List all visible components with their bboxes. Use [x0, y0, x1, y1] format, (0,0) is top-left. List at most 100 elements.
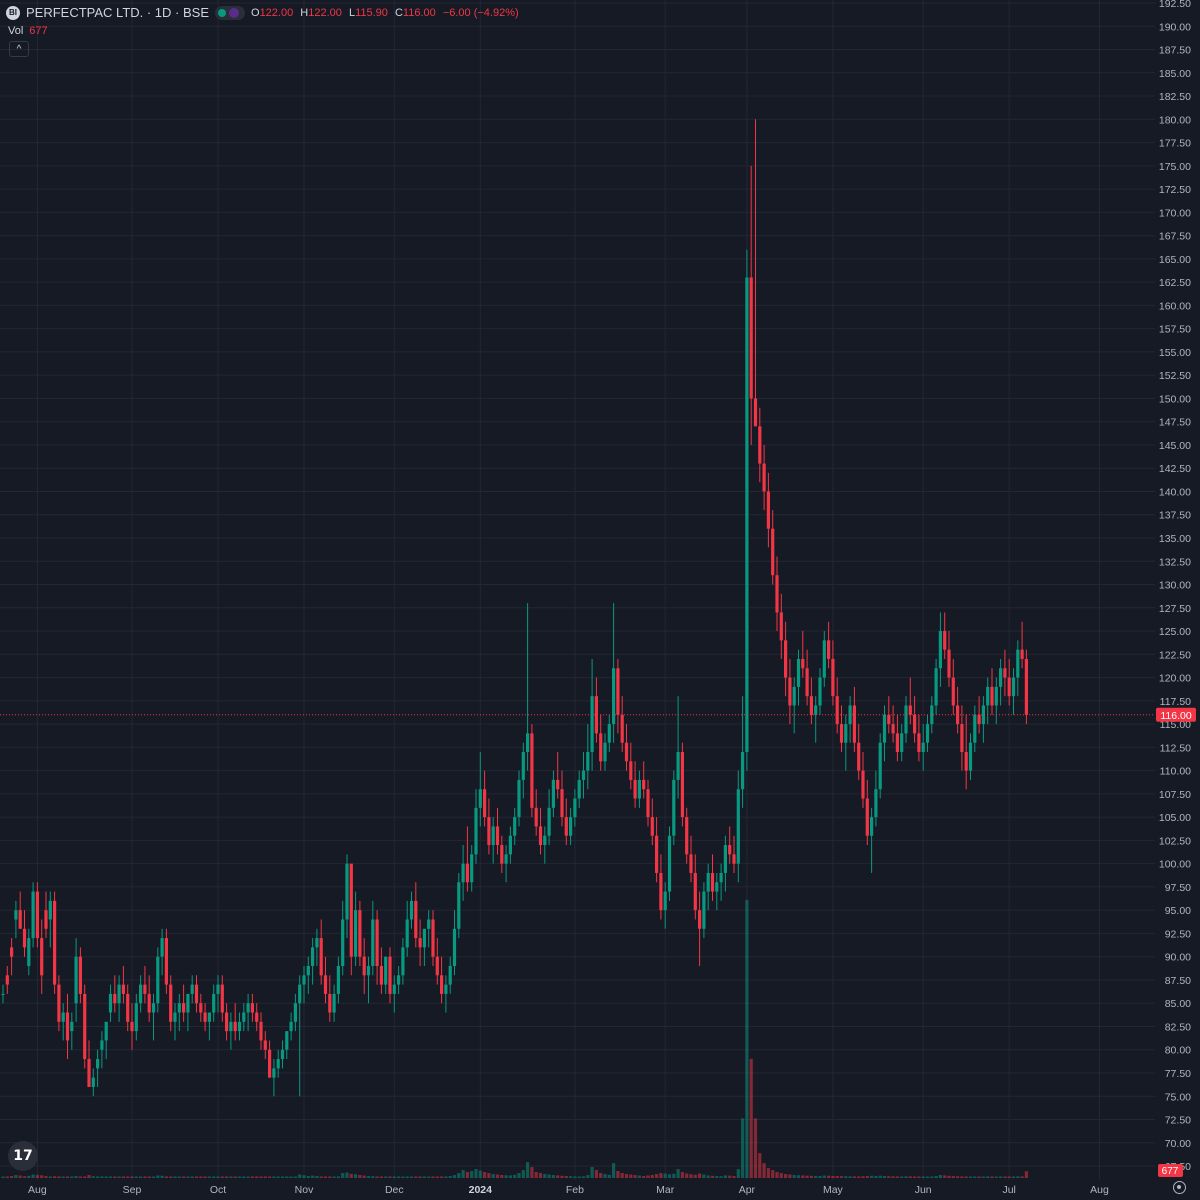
volume-bar	[268, 1176, 272, 1178]
candle-body	[887, 714, 891, 725]
volume-bar	[521, 1170, 525, 1178]
high-value: 122.00	[308, 6, 342, 19]
candle-body	[749, 277, 753, 399]
candle-body	[1003, 668, 1007, 678]
gear-icon[interactable]	[1173, 1181, 1186, 1194]
candle-body	[723, 845, 727, 873]
volume-bar	[500, 1175, 504, 1178]
candle-body	[925, 724, 930, 743]
volume-bar	[444, 1176, 448, 1178]
candle-body	[276, 1059, 280, 1069]
volume-bar	[612, 1163, 616, 1178]
volume-bar	[255, 1176, 259, 1178]
price-tick-label: 72.50	[1165, 1115, 1191, 1127]
candle-body	[637, 779, 641, 799]
volume-bar	[151, 1176, 156, 1178]
volume-bar	[607, 1174, 611, 1178]
candle-body	[667, 835, 672, 892]
candle-body	[599, 733, 603, 762]
candle-body	[1007, 677, 1011, 697]
volume-bar	[702, 1174, 706, 1178]
volume-bar	[401, 1176, 405, 1178]
candle-body	[874, 789, 878, 818]
volume-bar	[384, 1176, 388, 1178]
candle-body	[186, 993, 190, 1013]
price-tick-label: 187.50	[1159, 45, 1191, 57]
volume-bar	[543, 1174, 547, 1178]
candle-body	[986, 686, 990, 706]
volume-bar	[594, 1170, 598, 1178]
candle-body	[173, 1012, 177, 1022]
price-tick-label: 160.00	[1159, 300, 1191, 312]
volume-bar	[882, 1176, 887, 1178]
candle-body	[440, 975, 444, 994]
candle-body	[401, 947, 405, 976]
volume-bar	[242, 1176, 246, 1178]
price-tick-label: 117.50	[1160, 696, 1191, 708]
volume-bar	[784, 1174, 788, 1178]
candle-body	[354, 910, 358, 957]
time-axis[interactable]: Aug Sep Oct Nov Dec 2024 Feb Mar Apr May Jun Jul Aug	[28, 1184, 1109, 1196]
candle-body	[715, 882, 719, 892]
candle-body	[328, 993, 332, 1013]
volume-bar	[336, 1176, 340, 1178]
volume-bar	[422, 1176, 426, 1178]
candle-body	[1020, 649, 1024, 659]
symbol-legend: BI PERFECTPAC LTD. · 1D · BSE O122.00 H1…	[6, 5, 523, 20]
price-chart[interactable]: 67.5070.0072.5075.0077.5080.0082.5085.00…	[0, 0, 1200, 1200]
volume-bar	[508, 1175, 512, 1178]
low-value: 115.90	[355, 6, 388, 19]
price-tick-label: 70.00	[1165, 1138, 1191, 1150]
volume-bar	[216, 1176, 220, 1178]
candle-body	[852, 705, 856, 743]
candle-body	[633, 779, 637, 799]
candle-body	[100, 1040, 104, 1050]
volume-bar	[865, 1176, 869, 1178]
candle-body	[573, 798, 577, 818]
candle-body	[831, 658, 835, 697]
time-tick-label: 2024	[469, 1184, 493, 1196]
candle-body	[83, 993, 87, 1060]
volume-bar	[999, 1176, 1003, 1178]
candle-body	[272, 1068, 276, 1078]
volume-bar	[379, 1176, 383, 1178]
volume-bar	[852, 1176, 856, 1178]
volume-bar	[87, 1175, 91, 1178]
volume-bar	[311, 1175, 315, 1178]
ohlc-values: O122.00 H122.00 L115.90 C116.00 −6.00 (−…	[251, 6, 519, 19]
candle-body	[530, 733, 534, 808]
candle-body	[349, 863, 353, 957]
volume-bar	[113, 1176, 117, 1178]
price-axis[interactable]: 67.5070.0072.5075.0077.5080.0082.5085.00…	[1156, 0, 1196, 1177]
candle-body	[977, 714, 981, 725]
candle-body	[315, 938, 319, 948]
price-tick-label: 180.00	[1159, 114, 1191, 126]
collapse-legend-button[interactable]: ^	[9, 41, 29, 57]
volume-bar	[693, 1174, 697, 1178]
volume-bar	[328, 1176, 332, 1178]
symbol-title[interactable]: PERFECTPAC LTD. · 1D · BSE	[26, 5, 209, 20]
tradingview-logo-icon[interactable]: 17	[8, 1141, 38, 1171]
time-tick-label: Jul	[1002, 1184, 1015, 1196]
volume-bar	[990, 1176, 994, 1178]
candle-body	[169, 984, 173, 1022]
candle-body	[53, 900, 57, 985]
candle-body	[766, 491, 770, 529]
candle-body	[250, 1003, 254, 1013]
volume-bar	[130, 1176, 134, 1178]
candle-body	[470, 854, 474, 883]
volume-bar	[465, 1172, 469, 1178]
volume-bar	[805, 1175, 809, 1178]
time-tick-label: May	[823, 1184, 844, 1196]
candle-body	[646, 789, 650, 818]
candle-body	[134, 1003, 138, 1032]
volume-bar	[960, 1176, 964, 1178]
volume-bar	[1, 1176, 5, 1178]
candle-body	[655, 835, 659, 873]
close-value: 116.00	[402, 6, 436, 19]
candle-body	[904, 705, 908, 734]
volume-bar	[581, 1176, 586, 1178]
candle-body	[96, 1059, 100, 1069]
candle-body	[745, 277, 749, 752]
market-status-pill[interactable]	[215, 5, 245, 20]
